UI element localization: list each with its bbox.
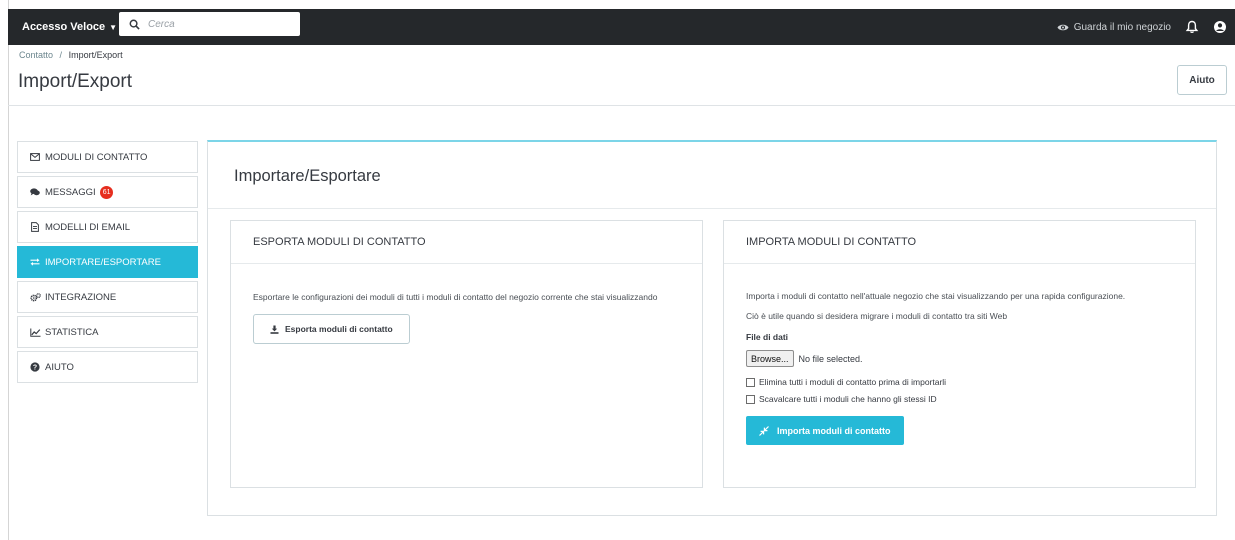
sidebar-item-import-export[interactable]: IMPORTARE/ESPORTARE	[17, 246, 198, 278]
file-icon	[29, 222, 41, 232]
help-button[interactable]: Aiuto	[1177, 65, 1227, 95]
sidebar-item-label: MESSAGGI	[45, 186, 96, 198]
question-circle-icon: ?	[29, 362, 41, 372]
sidebar-item-contact-forms[interactable]: MODULI DI CONTATTO	[17, 141, 198, 173]
top-navbar: Accesso Veloce ▼ Guarda il mio negozio	[8, 9, 1235, 45]
line-chart-icon	[29, 328, 41, 337]
sidebar-item-label: MODELLI DI EMAIL	[45, 221, 130, 233]
delete-before-import-label: Elimina tutti i moduli di contatto prima…	[759, 377, 947, 387]
no-file-text: No file selected.	[798, 353, 863, 364]
panel-title: Importare/Esportare	[234, 167, 381, 185]
override-same-id-checkbox[interactable]	[746, 394, 755, 404]
file-data-label: File di dati	[746, 332, 789, 342]
sidebar-item-label: IMPORTARE/ESPORTARE	[45, 256, 161, 268]
header-divider	[8, 105, 1235, 106]
comments-icon	[29, 188, 41, 196]
export-card-heading: ESPORTA MODULI DI CONTATTO	[231, 221, 702, 264]
compress-icon	[759, 425, 769, 436]
exchange-icon	[29, 258, 41, 266]
sidebar-item-label: AIUTO	[45, 361, 74, 373]
user-icon[interactable]	[1213, 20, 1227, 34]
export-description: Esportare le configurazioni dei moduli d…	[253, 292, 658, 302]
bell-icon[interactable]	[1185, 20, 1199, 34]
search-box[interactable]	[119, 12, 300, 36]
view-shop-label: Guarda il mio negozio	[1073, 21, 1171, 33]
import-button-label: Importa moduli di contatto	[777, 425, 891, 436]
message-count-badge: 61	[99, 185, 114, 199]
page-title: Import/Export	[18, 71, 133, 92]
export-button-label: Esporta moduli di contatto	[285, 324, 393, 334]
import-export-panel: Importare/Esportare ESPORTA MODULI DI CO…	[207, 140, 1217, 516]
sidebar-menu: MODULI DI CONTATTO MESSAGGI 61 MODELLI D…	[17, 141, 198, 386]
sidebar-item-messages[interactable]: MESSAGGI 61	[17, 176, 198, 208]
quick-access-menu[interactable]: Accesso Veloce ▼	[22, 21, 117, 33]
breadcrumb-parent[interactable]: Contatto	[19, 50, 53, 60]
import-card: IMPORTA MODULI DI CONTATTO Importa i mod…	[723, 220, 1196, 488]
cogs-icon	[29, 292, 41, 302]
file-input[interactable]: Browse... No file selected.	[746, 350, 1173, 367]
envelope-icon	[29, 153, 41, 161]
panel-divider	[208, 208, 1216, 209]
search-input[interactable]	[148, 18, 288, 30]
sidebar-item-label: STATISTICA	[45, 326, 99, 338]
export-card: ESPORTA MODULI DI CONTATTO Esportare le …	[230, 220, 703, 488]
breadcrumb-separator: /	[59, 50, 63, 60]
sidebar-item-label: INTEGRAZIONE	[45, 291, 117, 303]
breadcrumb-current: Import/Export	[68, 50, 123, 60]
delete-before-import-option[interactable]: Elimina tutti i moduli di contatto prima…	[746, 377, 1173, 387]
svg-text:?: ?	[33, 365, 37, 372]
override-same-id-option[interactable]: Scavalcare tutti i moduli che hanno gli …	[746, 394, 1173, 404]
caret-down-icon: ▼	[109, 22, 118, 32]
sidebar-item-label: MODULI DI CONTATTO	[45, 151, 148, 163]
search-icon	[129, 19, 140, 30]
sidebar-item-integration[interactable]: INTEGRAZIONE	[17, 281, 198, 313]
sidebar-item-statistics[interactable]: STATISTICA	[17, 316, 198, 348]
quick-access-label: Accesso Veloce	[22, 21, 106, 33]
delete-before-import-checkbox[interactable]	[746, 377, 755, 387]
import-description-2: Ciò è utile quando si desidera migrare i…	[746, 311, 1008, 321]
breadcrumb: Contatto / Import/Export	[19, 50, 123, 60]
browse-button[interactable]: Browse...	[746, 350, 794, 367]
sidebar-item-help[interactable]: ? AIUTO	[17, 351, 198, 383]
eye-icon	[1057, 24, 1069, 30]
override-same-id-label: Scavalcare tutti i moduli che hanno gli …	[759, 394, 937, 404]
import-description-1: Importa i moduli di contatto nell'attual…	[746, 291, 1126, 301]
import-card-heading: IMPORTA MODULI DI CONTATTO	[724, 221, 1195, 264]
export-contact-forms-button[interactable]: Esporta moduli di contatto	[253, 314, 410, 344]
sidebar-item-email-templates[interactable]: MODELLI DI EMAIL	[17, 211, 198, 243]
download-icon	[270, 325, 279, 334]
import-contact-forms-button[interactable]: Importa moduli di contatto	[746, 416, 904, 445]
view-shop-link[interactable]: Guarda il mio negozio	[1057, 22, 1171, 33]
